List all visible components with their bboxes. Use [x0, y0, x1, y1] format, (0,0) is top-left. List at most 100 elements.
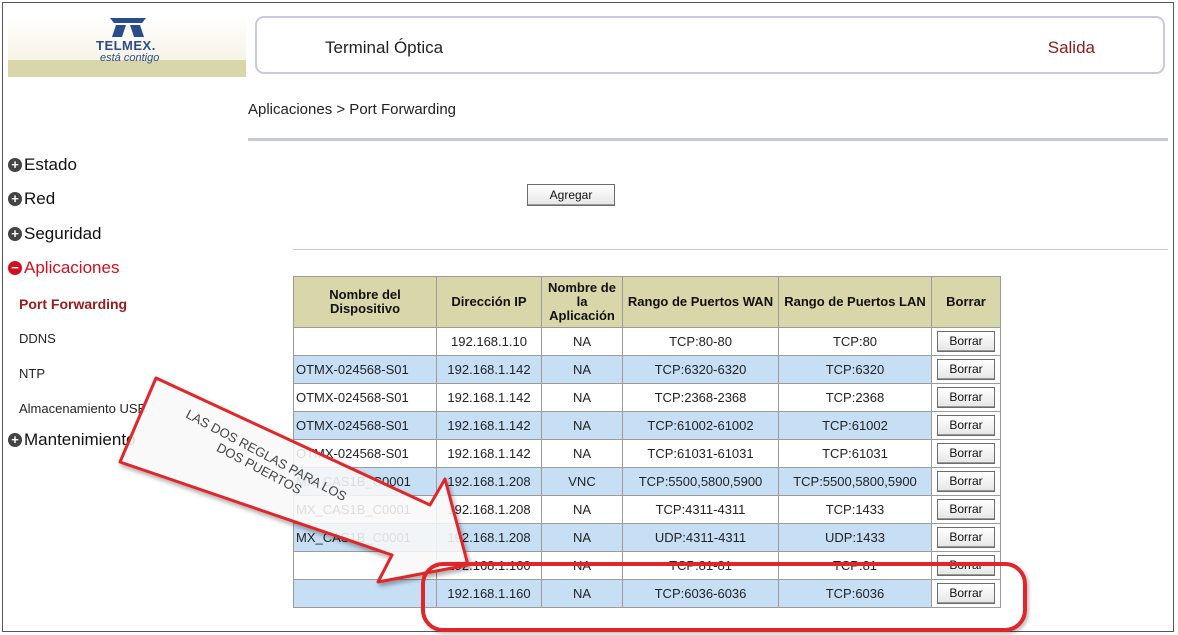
lan-range-cell: TCP:1433 [778, 495, 932, 524]
device-cell [293, 579, 437, 608]
header-bar: Terminal Óptica Salida [255, 16, 1165, 74]
lan-range-cell: TCP:2368 [778, 383, 932, 412]
col-header-device: Nombre del Dispositivo [293, 276, 437, 328]
plus-icon: + [8, 158, 22, 172]
lan-range-cell: TCP:5500,5800,5900 [778, 467, 932, 496]
sidebar-item-aplicaciones[interactable]: − Aplicaciones [8, 258, 119, 278]
delete-cell: Borrar [931, 523, 1001, 552]
table-row: OTMX-024568-S01 192.168.1.142 NA TCP:2368-2… [293, 383, 1001, 412]
telmex-logo: TELMEX. está contigo [8, 14, 246, 77]
delete-cell: Borrar [931, 495, 1001, 524]
subitem-ddns[interactable]: DDNS [19, 331, 56, 346]
delete-button[interactable]: Borrar [937, 471, 995, 492]
breadcrumb: Aplicaciones > Port Forwarding [248, 101, 457, 118]
wan-range-cell: TCP:4311-4311 [622, 495, 779, 524]
delete-button[interactable]: Borrar [937, 527, 995, 548]
delete-cell: Borrar [931, 355, 1001, 384]
app-cell: NA [541, 383, 623, 412]
exit-link[interactable]: Salida [1048, 38, 1095, 58]
delete-button[interactable]: Borrar [937, 415, 995, 436]
col-header-ip: Dirección IP [436, 276, 542, 328]
logo-tagline: está contigo [100, 52, 160, 64]
subitem-almacenamiento-usb[interactable]: Almacenamiento USB [19, 401, 146, 416]
wan-range-cell: UDP:4311-4311 [622, 523, 779, 552]
ip-cell: 192.168.1.10 [436, 327, 542, 356]
telmex-emblem-icon [110, 18, 146, 37]
subitem-port-forwarding[interactable]: Port Forwarding [19, 296, 127, 312]
app-cell: NA [541, 439, 623, 468]
ip-cell: 192.168.1.208 [436, 467, 542, 496]
table-row: MX_CAS1B_C0001 192.168.1.208 NA UDP:4311-43… [293, 523, 1001, 552]
app-cell: NA [541, 495, 623, 524]
sidebar-item-label: Estado [24, 155, 77, 174]
ip-cell: 192.168.1.142 [436, 383, 542, 412]
app-cell: NA [541, 327, 623, 356]
sidebar-item-label: Red [24, 189, 56, 208]
app-cell: VNC [541, 467, 623, 496]
highlight-circle [421, 562, 1027, 632]
delete-cell: Borrar [931, 327, 1001, 356]
delete-button[interactable]: Borrar [937, 359, 995, 380]
minus-icon: − [8, 261, 22, 275]
delete-button[interactable]: Borrar [937, 499, 995, 520]
app-cell: NA [541, 411, 623, 440]
divider [248, 138, 1168, 141]
ip-cell: 192.168.1.142 [436, 439, 542, 468]
col-header-app: Nombre de la Aplicación [541, 276, 623, 328]
wan-range-cell: TCP:80-80 [622, 327, 779, 356]
col-header-delete: Borrar [931, 276, 1001, 328]
lan-range-cell: UDP:1433 [778, 523, 932, 552]
device-cell: OTMX-024568-S01 [293, 383, 437, 412]
delete-cell: Borrar [931, 439, 1001, 468]
delete-button[interactable]: Borrar [937, 443, 995, 464]
app-cell: NA [541, 523, 623, 552]
table-row: OTMX-024568-S01 192.168.1.142 NA TCP:61031-… [293, 439, 1001, 468]
sidebar-item-label: Aplicaciones [24, 258, 120, 277]
sidebar-item-label: Seguridad [24, 224, 102, 243]
plus-icon: + [8, 433, 22, 447]
sidebar-item-mantenimiento[interactable]: + Mantenimiento [8, 430, 136, 450]
sidebar-item-seguridad[interactable]: + Seguridad [8, 224, 102, 244]
subitem-ntp[interactable]: NTP [19, 366, 45, 381]
ip-cell: 192.168.1.142 [436, 411, 542, 440]
divider [293, 249, 1168, 250]
lan-range-cell: TCP:61002 [778, 411, 932, 440]
delete-button[interactable]: Borrar [937, 387, 995, 408]
wan-range-cell: TCP:5500,5800,5900 [622, 467, 779, 496]
delete-cell: Borrar [931, 383, 1001, 412]
wan-range-cell: TCP:61031-61031 [622, 439, 779, 468]
col-header-wan: Rango de Puertos WAN [622, 276, 779, 328]
ip-cell: 192.168.1.208 [436, 523, 542, 552]
delete-cell: Borrar [931, 467, 1001, 496]
table-header-row: Nombre del Dispositivo Dirección IP Nomb… [293, 276, 1001, 328]
add-button[interactable]: Agregar [527, 184, 615, 206]
ip-cell: 192.168.1.208 [436, 495, 542, 524]
delete-cell: Borrar [931, 411, 1001, 440]
table-row: MX_CAS1B_C0001 192.168.1.208 VNC TCP:5500,5… [293, 467, 1001, 496]
wan-range-cell: TCP:2368-2368 [622, 383, 779, 412]
plus-icon: + [8, 192, 22, 206]
lan-range-cell: TCP:6320 [778, 355, 932, 384]
device-cell: MX_CAS1B_C0001 [293, 523, 437, 552]
lan-range-cell: TCP:61031 [778, 439, 932, 468]
device-cell: OTMX-024568-S01 [293, 439, 437, 468]
device-cell [293, 327, 437, 356]
wan-range-cell: TCP:61002-61002 [622, 411, 779, 440]
plus-icon: + [8, 227, 22, 241]
device-cell: OTMX-024568-S01 [293, 411, 437, 440]
device-cell [293, 551, 437, 580]
page-title: Terminal Óptica [325, 38, 444, 57]
table-row: OTMX-024568-S01 192.168.1.142 NA TCP:6320-6… [293, 355, 1001, 384]
lan-range-cell: TCP:80 [778, 327, 932, 356]
sidebar-item-label: Mantenimiento [24, 430, 136, 449]
logo-name: TELMEX. [96, 38, 156, 53]
sidebar-item-red[interactable]: + Red [8, 189, 55, 209]
sidebar-item-estado[interactable]: + Estado [8, 155, 77, 175]
ip-cell: 192.168.1.142 [436, 355, 542, 384]
wan-range-cell: TCP:6320-6320 [622, 355, 779, 384]
table-row: OTMX-024568-S01 192.168.1.142 NA TCP:61002-… [293, 411, 1001, 440]
table-row: MX_CAS1B_C0001 192.168.1.208 NA TCP:4311-43… [293, 495, 1001, 524]
table-row: 192.168.1.10 NA TCP:80-80 TCP:80 Borrar [293, 327, 1001, 356]
delete-button[interactable]: Borrar [937, 331, 995, 352]
device-cell: OTMX-024568-S01 [293, 355, 437, 384]
